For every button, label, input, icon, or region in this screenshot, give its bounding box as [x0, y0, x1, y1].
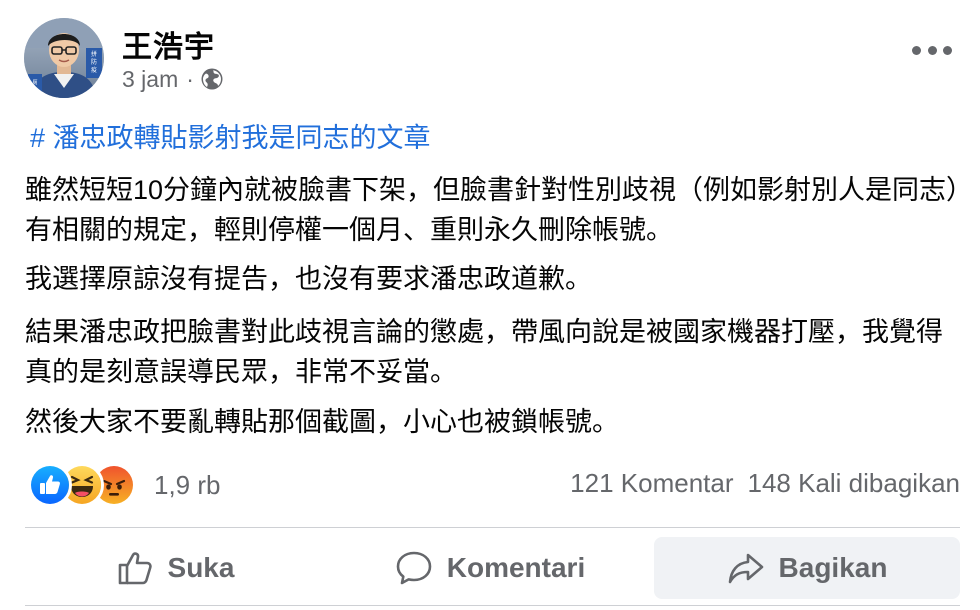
more-horizontal-icon[interactable]	[912, 38, 952, 62]
reaction-summary[interactable]: 1,9 rb	[28, 463, 221, 507]
post-meta: 3 jam ·	[122, 64, 224, 94]
svg-text:疫: 疫	[91, 66, 97, 74]
avatar-photo: 拼 防 疫 厠 鑼	[24, 18, 104, 98]
facebook-post: 拼 防 疫 厠 鑼 王浩宇 3 jam · # 潘忠政轉貼影射我是同志的文章 雖…	[0, 0, 980, 610]
post-paragraph: 雖然短短10分鐘內就被臉書下架，但臉書針對性別歧視（例如影射別人是同志）有相關的…	[25, 175, 960, 245]
post-paragraph: 結果潘忠政把臉書對此歧視言論的懲處，帶風向說是被國家機器打壓，我覺得真的是刻意誤…	[25, 317, 943, 387]
post-paragraph: 然後大家不要亂轉貼那個截圖，小心也被鎖帳號。	[25, 407, 619, 437]
share-count[interactable]: 148 Kali dibagikan	[748, 468, 961, 498]
post-paragraph: 我選擇原諒沒有提告，也沒有要求潘忠政道歉。	[25, 264, 592, 294]
share-label: Bagikan	[778, 552, 888, 583]
author-avatar[interactable]: 拼 防 疫 厠 鑼	[24, 18, 104, 98]
engagement-stats: 121 Komentar 148 Kali dibagikan	[570, 468, 960, 499]
like-reaction-icon	[28, 463, 72, 507]
hashtag-link[interactable]: # 潘忠政轉貼影射我是同志的文章	[30, 116, 431, 155]
share-button[interactable]: Bagikan	[654, 537, 960, 599]
comment-button[interactable]: Komentari	[340, 537, 640, 599]
svg-text:防: 防	[91, 58, 97, 66]
divider	[25, 527, 960, 528]
comment-count[interactable]: 121 Komentar	[570, 468, 733, 498]
comment-icon	[396, 551, 432, 585]
post-time[interactable]: 3 jam	[122, 66, 178, 93]
meta-separator: ·	[186, 65, 194, 92]
globe-icon[interactable]	[200, 67, 224, 91]
like-button[interactable]: Suka	[25, 537, 325, 599]
svg-text:鑼: 鑼	[32, 87, 37, 94]
svg-text:厠: 厠	[32, 80, 37, 86]
reaction-count[interactable]: 1,9 rb	[154, 470, 221, 501]
comment-label: Komentari	[446, 552, 586, 583]
share-arrow-icon	[728, 553, 763, 584]
svg-text:拼: 拼	[91, 50, 97, 58]
author-name[interactable]: 王浩宇	[122, 22, 215, 66]
thumbs-up-icon	[118, 552, 152, 585]
divider	[25, 605, 960, 606]
like-label: Suka	[167, 552, 235, 583]
